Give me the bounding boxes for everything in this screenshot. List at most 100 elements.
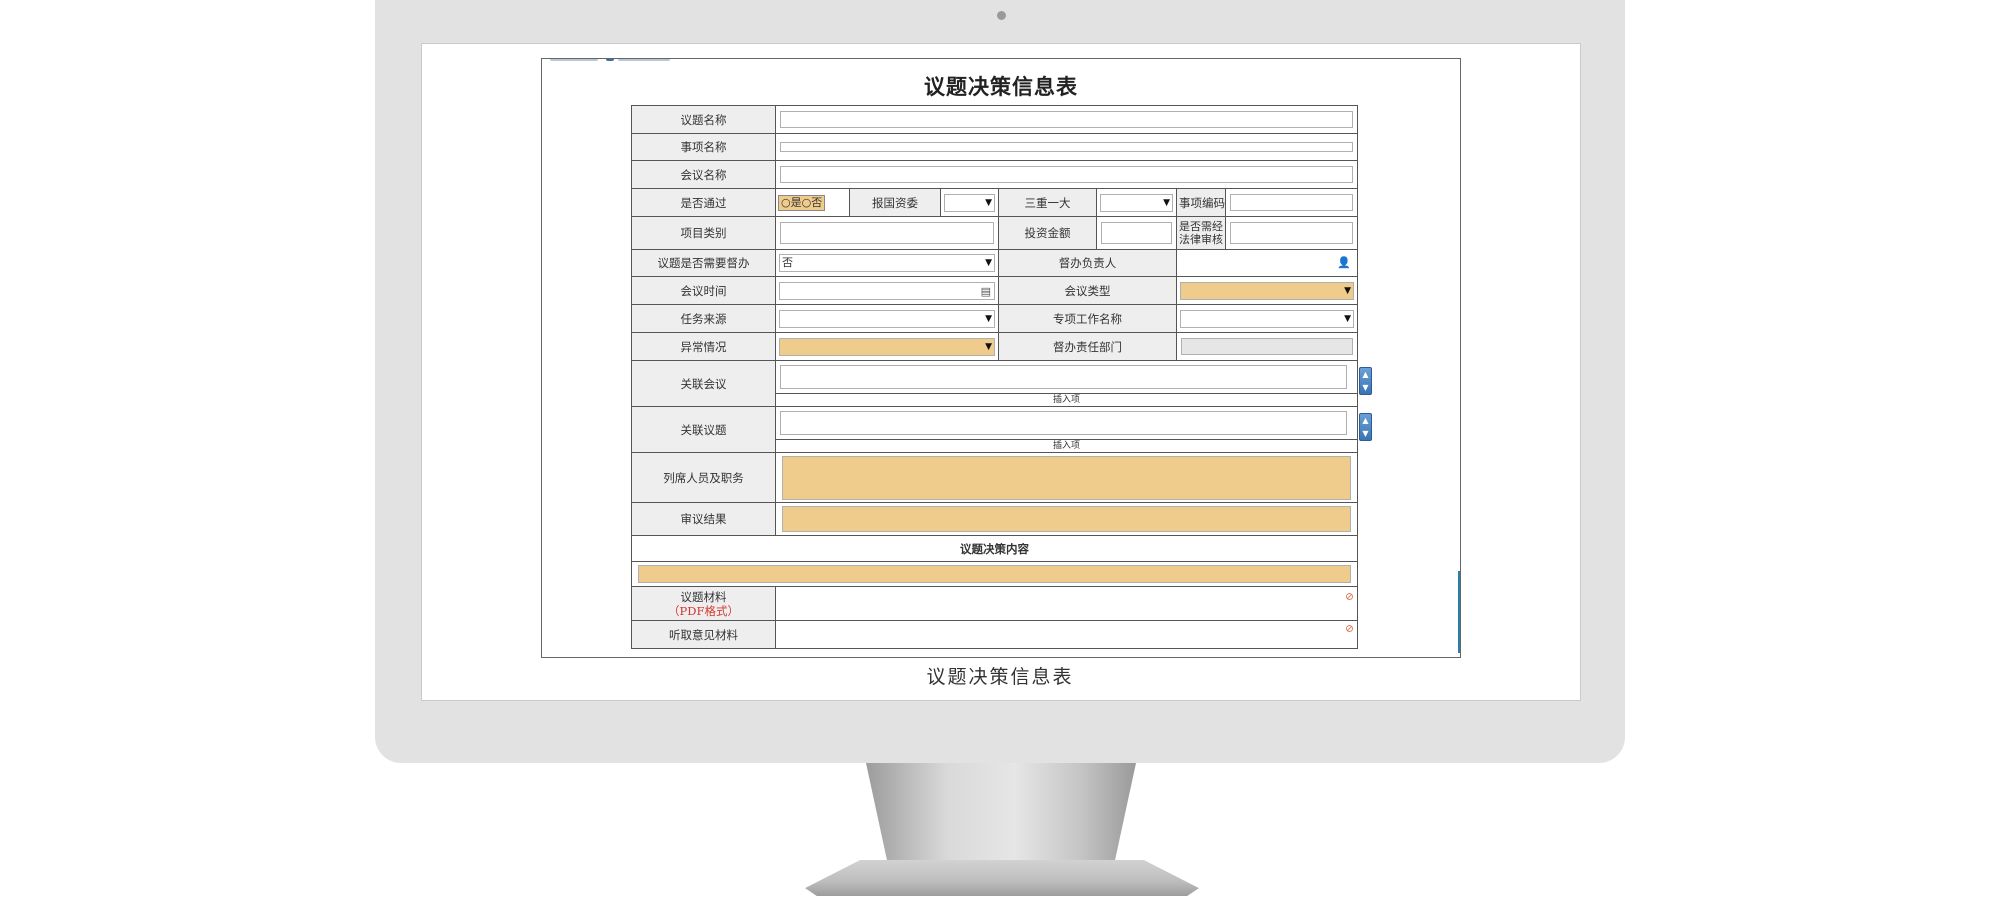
meeting-type-select[interactable]: ▼: [1180, 281, 1355, 300]
three-one-cell: ▼: [1096, 188, 1177, 217]
camera-dot: [997, 11, 1006, 20]
chevron-down-icon: ▼: [985, 197, 992, 208]
toolbar-remnant: [544, 59, 684, 63]
insert-item-link[interactable]: 插入项: [776, 393, 1357, 406]
related-meeting-cell: 插入项: [774, 360, 1359, 407]
label-supervise-dept: 督办责任部门: [998, 332, 1177, 361]
topic-name-input[interactable]: [780, 111, 1354, 128]
decision-form-table: 议题名称 事项名称 会议名称 是否通过 ○是○否 报国资委 ▼ 三重一大 ▼ 事…: [630, 105, 1359, 649]
insert-item-link[interactable]: 插入项: [776, 439, 1357, 452]
label-abnormal: 异常情况: [631, 332, 776, 361]
supervisor-picker[interactable]: 👤: [1180, 254, 1355, 272]
topic-material-text: 议题材料: [680, 589, 727, 604]
task-source-cell: ▼: [775, 304, 999, 333]
label-item-name: 事项名称: [631, 133, 776, 161]
label-related-topic: 关联议题: [631, 406, 776, 453]
scroll-indicator: [1458, 571, 1460, 653]
item-name-cell: [774, 133, 1359, 161]
label-report-sasac: 报国资委: [849, 188, 941, 217]
monitor-neck: [866, 763, 1136, 863]
label-opinion-material: 听取意见材料: [631, 620, 776, 649]
label-attendees: 列席人员及职务: [631, 452, 776, 503]
related-topic-cell: 插入项: [774, 406, 1359, 453]
paperclip-icon[interactable]: ⊘: [1345, 589, 1354, 605]
chevron-down-icon: ▼: [985, 258, 992, 268]
legal-review-cell: [1224, 216, 1359, 250]
review-result-cell: [774, 502, 1359, 536]
meeting-time-input[interactable]: ▤: [779, 281, 995, 300]
investment-cell: [1096, 216, 1177, 250]
decision-content-textarea[interactable]: [638, 565, 1352, 583]
task-source-select[interactable]: ▼: [779, 309, 995, 328]
item-name-input[interactable]: [780, 142, 1354, 152]
decision-content-heading: 议题决策内容: [630, 535, 1359, 562]
project-type-cell: [775, 216, 999, 250]
label-three-one: 三重一大: [998, 188, 1097, 217]
label-topic-name: 议题名称: [631, 105, 776, 134]
form-title: 议题决策信息表: [924, 74, 1078, 99]
attendees-cell: [774, 452, 1359, 503]
abnormal-select[interactable]: ▼: [779, 337, 995, 356]
label-special-work: 专项工作名称: [998, 304, 1177, 333]
supervisor-cell: 👤: [1175, 249, 1359, 277]
meeting-time-cell: ▤: [775, 276, 999, 305]
abnormal-cell: ▼: [775, 332, 999, 361]
special-work-select[interactable]: ▼: [1180, 309, 1355, 328]
chevron-down-icon: ▼: [1163, 197, 1170, 208]
calendar-icon[interactable]: ▤: [981, 284, 991, 300]
related-meeting-input[interactable]: [780, 365, 1348, 389]
topic-material-cell: ⊘: [774, 586, 1359, 621]
paperclip-icon[interactable]: ⊘: [1345, 622, 1354, 638]
related-meeting-reorder-button[interactable]: ▲ ▼: [1359, 367, 1372, 395]
supervise-dept-input[interactable]: [1181, 338, 1354, 355]
label-task-source: 任务来源: [631, 304, 776, 333]
item-code-input[interactable]: [1230, 194, 1354, 211]
need-supervise-select[interactable]: 否 ▼: [779, 254, 995, 272]
chevron-down-icon: ▼: [985, 313, 992, 324]
three-one-select[interactable]: ▼: [1100, 193, 1173, 212]
passed-radio-group[interactable]: ○是○否: [778, 194, 826, 211]
meeting-name-input[interactable]: [780, 166, 1354, 183]
passed-radio-cell: ○是○否: [775, 188, 850, 217]
label-topic-material: 议题材料 （PDF格式）: [631, 586, 776, 621]
decision-content-cell: [630, 561, 1359, 587]
label-related-meeting: 关联会议: [631, 360, 776, 407]
radio-yes-label: 是: [790, 195, 802, 209]
label-supervisor: 督办负责人: [998, 249, 1177, 277]
opinion-material-cell: ⊘: [774, 620, 1359, 649]
chevron-down-icon: ▼: [985, 341, 992, 352]
label-meeting-name: 会议名称: [631, 160, 776, 189]
label-meeting-time: 会议时间: [631, 276, 776, 305]
meeting-type-cell: ▼: [1175, 276, 1359, 305]
label-review-result: 审议结果: [631, 502, 776, 536]
legal-review-input[interactable]: [1230, 222, 1354, 244]
label-passed: 是否通过: [631, 188, 776, 217]
monitor-base: [805, 860, 1199, 896]
topic-name-cell: [774, 105, 1359, 134]
chevron-down-icon: ▼: [1344, 285, 1352, 296]
report-sasac-select[interactable]: ▼: [944, 193, 995, 212]
radio-no-label: 否: [811, 195, 823, 209]
investment-input[interactable]: [1101, 222, 1172, 244]
supervise-dept-cell: [1175, 332, 1359, 361]
attendees-textarea[interactable]: [782, 455, 1352, 500]
label-need-supervise: 议题是否需要督办: [631, 249, 776, 277]
label-project-type: 项目类别: [631, 216, 776, 250]
label-meeting-type: 会议类型: [998, 276, 1177, 305]
item-code-cell: [1224, 188, 1359, 217]
form-screenshot: 议题决策信息表 议题名称 事项名称 会议名称 是否通过 ○是○否 报国资委 ▼ …: [541, 58, 1461, 658]
meeting-name-cell: [774, 160, 1359, 189]
project-type-input[interactable]: [780, 222, 994, 244]
need-supervise-cell: 否 ▼: [775, 249, 999, 277]
figure-caption: 议题决策信息表: [926, 666, 1074, 688]
user-icon[interactable]: 👤: [1337, 255, 1351, 271]
related-topic-input[interactable]: [780, 411, 1348, 435]
report-sasac-cell: ▼: [940, 188, 999, 217]
chevron-down-icon: ▼: [1344, 313, 1352, 324]
review-result-textarea[interactable]: [782, 506, 1352, 532]
label-legal-review: 是否需经法律审核: [1176, 216, 1226, 250]
label-investment: 投资金额: [998, 216, 1097, 250]
related-topic-reorder-button[interactable]: ▲ ▼: [1359, 413, 1372, 441]
need-supervise-value: 否: [782, 256, 793, 269]
label-item-code: 事项编码: [1176, 188, 1226, 217]
